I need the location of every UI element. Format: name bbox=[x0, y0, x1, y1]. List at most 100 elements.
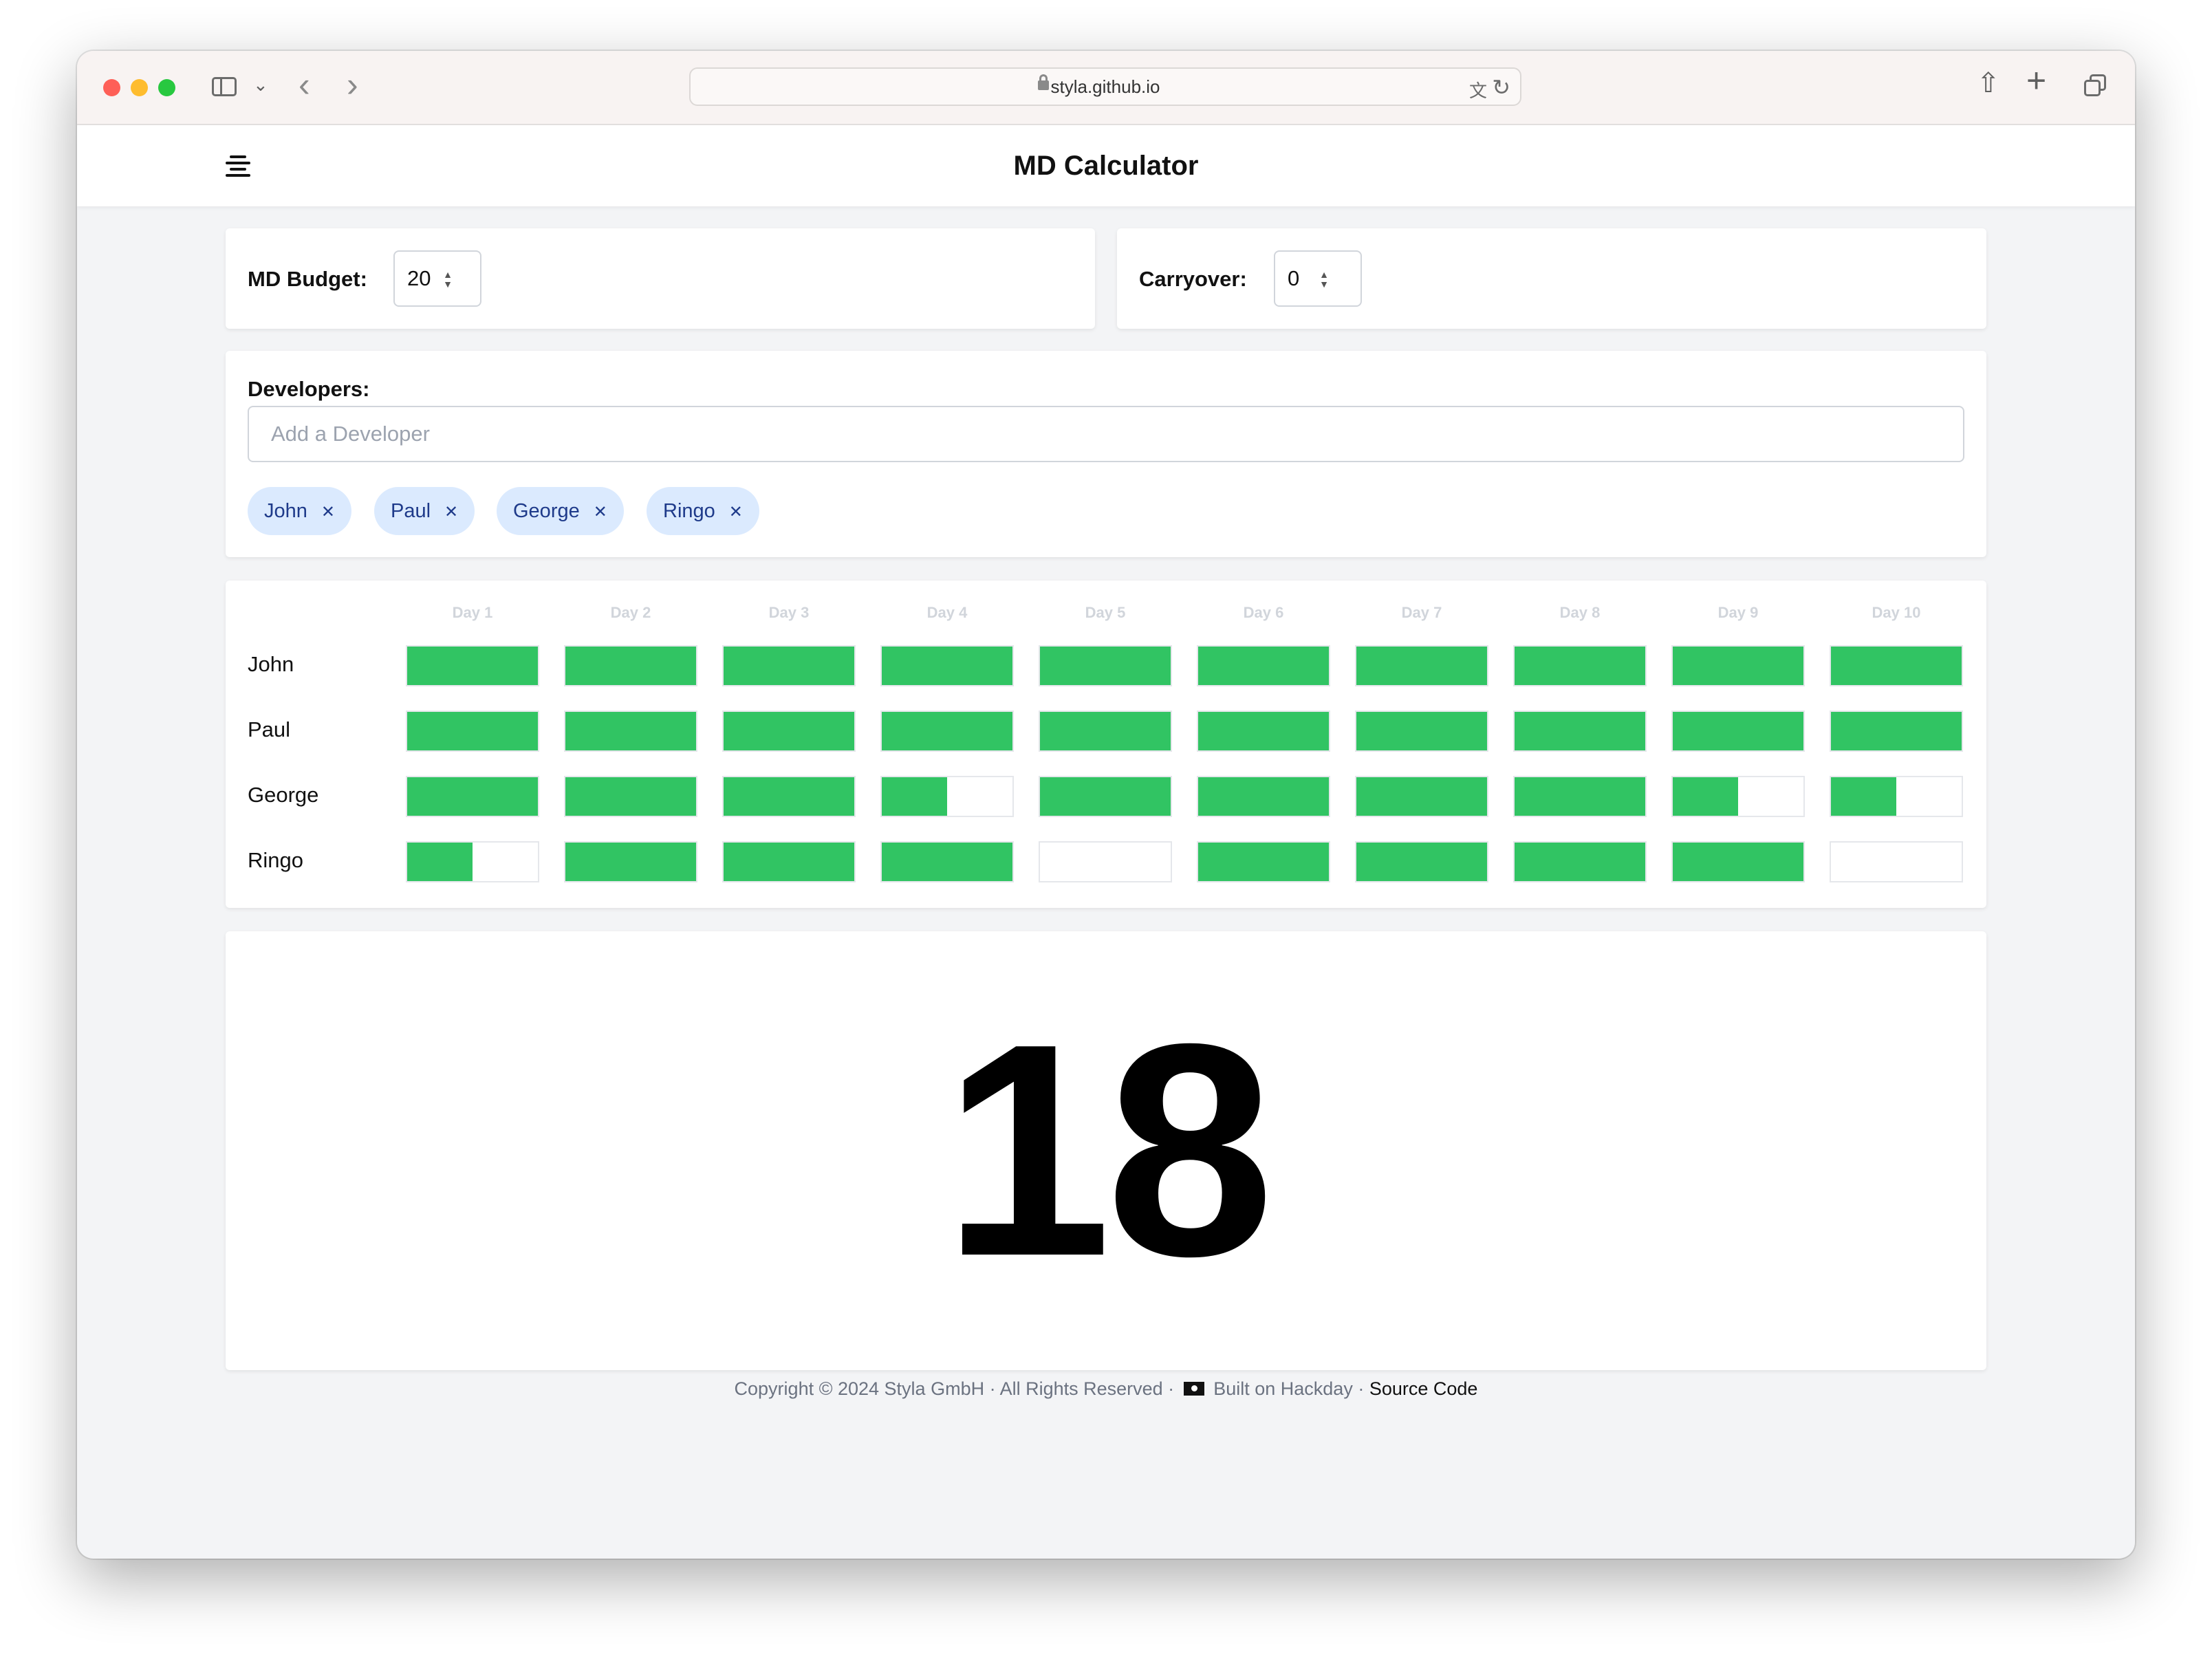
availability-cell[interactable] bbox=[1039, 841, 1172, 882]
day-header: Day 2 bbox=[610, 604, 651, 621]
availability-fill bbox=[1040, 777, 1171, 816]
availability-cell[interactable] bbox=[880, 711, 1014, 752]
availability-cell[interactable] bbox=[1671, 776, 1805, 817]
availability-fill bbox=[1515, 777, 1645, 816]
source-code-link[interactable]: Source Code bbox=[1369, 1378, 1478, 1399]
availability-cell[interactable] bbox=[1355, 645, 1488, 686]
sidebar-icon[interactable] bbox=[212, 77, 237, 96]
availability-cell[interactable] bbox=[1671, 711, 1805, 752]
carryover-label: Carryover: bbox=[1139, 267, 1247, 291]
availability-cell[interactable] bbox=[564, 711, 697, 752]
availability-fill bbox=[1198, 777, 1329, 816]
availability-cell[interactable] bbox=[406, 711, 539, 752]
availability-fill bbox=[1198, 647, 1329, 685]
availability-cell[interactable] bbox=[1197, 711, 1330, 752]
result-value: 18 bbox=[943, 982, 1274, 1319]
availability-fill bbox=[407, 843, 473, 881]
day-header: Day 10 bbox=[1872, 604, 1921, 621]
stepper-icon[interactable]: ▲ ▼ bbox=[1319, 270, 1329, 290]
availability-cell[interactable] bbox=[1039, 776, 1172, 817]
availability-cell[interactable] bbox=[1355, 711, 1488, 752]
availability-cell[interactable] bbox=[406, 841, 539, 882]
close-icon[interactable]: ✕ bbox=[444, 503, 458, 521]
availability-cell[interactable] bbox=[1039, 711, 1172, 752]
availability-cell[interactable] bbox=[880, 776, 1014, 817]
availability-cell[interactable] bbox=[564, 776, 697, 817]
tabs-icon[interactable] bbox=[2084, 74, 2106, 96]
availability-fill bbox=[1040, 647, 1171, 685]
close-icon[interactable]: ✕ bbox=[594, 503, 607, 521]
availability-cell[interactable] bbox=[1830, 645, 1963, 686]
availability-cell[interactable] bbox=[1830, 841, 1963, 882]
chevron-down-icon[interactable]: ⌄ bbox=[253, 74, 268, 96]
day-header: Day 6 bbox=[1243, 604, 1284, 621]
availability-cell[interactable] bbox=[1513, 711, 1647, 752]
availability-cell[interactable] bbox=[1355, 776, 1488, 817]
result-card: 18 bbox=[226, 931, 1986, 1370]
availability-cell[interactable] bbox=[1039, 645, 1172, 686]
availability-cell[interactable] bbox=[1197, 841, 1330, 882]
close-icon[interactable]: ✕ bbox=[321, 503, 335, 521]
availability-fill bbox=[882, 647, 1012, 685]
share-icon[interactable]: ⇧ bbox=[1977, 67, 2000, 99]
day-header: Day 4 bbox=[926, 604, 968, 621]
availability-cell[interactable] bbox=[722, 711, 856, 752]
availability-cell[interactable] bbox=[722, 841, 856, 882]
copyright-text: Copyright © 2024 Styla GmbH · All Rights… bbox=[734, 1378, 1175, 1399]
availability-fill bbox=[1515, 647, 1645, 685]
availability-fill bbox=[1673, 712, 1803, 750]
close-icon[interactable]: ✕ bbox=[729, 503, 743, 521]
availability-cell[interactable] bbox=[1830, 776, 1963, 817]
availability-cell[interactable] bbox=[1671, 645, 1805, 686]
availability-cell[interactable] bbox=[1355, 841, 1488, 882]
availability-fill bbox=[407, 712, 538, 750]
minimize-window-button[interactable] bbox=[131, 79, 148, 96]
availability-fill bbox=[1356, 647, 1487, 685]
back-arrow-icon[interactable]: ‹ bbox=[299, 65, 310, 105]
day-header: Day 3 bbox=[768, 604, 810, 621]
availability-fill bbox=[1356, 843, 1487, 881]
built-on-text: Built on Hackday · bbox=[1213, 1378, 1365, 1399]
availability-cell[interactable] bbox=[880, 841, 1014, 882]
plus-icon[interactable]: + bbox=[2026, 61, 2046, 100]
address-bar[interactable]: styla.github.io 文 ↻ bbox=[689, 67, 1521, 106]
availability-cell[interactable] bbox=[406, 776, 539, 817]
developer-row-name: Ringo bbox=[248, 848, 303, 872]
stepper-icon[interactable]: ▲ ▼ bbox=[443, 270, 453, 290]
developer-chip: John ✕ bbox=[248, 487, 351, 535]
developer-chip: Ringo ✕ bbox=[647, 487, 759, 535]
developer-row-name: Paul bbox=[248, 717, 291, 741]
availability-cell[interactable] bbox=[1671, 841, 1805, 882]
availability-cell[interactable] bbox=[1197, 645, 1330, 686]
carryover-input[interactable]: 0 ▲ ▼ bbox=[1274, 250, 1362, 307]
availability-fill bbox=[1515, 843, 1645, 881]
availability-cell[interactable] bbox=[722, 645, 856, 686]
availability-fill bbox=[724, 777, 854, 816]
budget-card: MD Budget: 20 ▲ ▼ bbox=[226, 228, 1095, 329]
availability-fill bbox=[1673, 843, 1803, 881]
add-developer-input[interactable] bbox=[248, 406, 1964, 462]
availability-fill bbox=[1515, 712, 1645, 750]
availability-fill bbox=[882, 777, 947, 816]
availability-fill bbox=[1040, 712, 1171, 750]
availability-cell[interactable] bbox=[1197, 776, 1330, 817]
availability-fill bbox=[1673, 647, 1803, 685]
chip-label: John bbox=[264, 500, 307, 522]
availability-cell[interactable] bbox=[722, 776, 856, 817]
availability-cell[interactable] bbox=[1513, 776, 1647, 817]
maximize-window-button[interactable] bbox=[158, 79, 175, 96]
close-window-button[interactable] bbox=[103, 79, 120, 96]
availability-cell[interactable] bbox=[564, 841, 697, 882]
translate-icon[interactable]: 文 bbox=[1469, 77, 1487, 102]
availability-cell[interactable] bbox=[1513, 645, 1647, 686]
availability-cell[interactable] bbox=[880, 645, 1014, 686]
availability-cell[interactable] bbox=[1830, 711, 1963, 752]
availability-fill bbox=[1356, 712, 1487, 750]
availability-cell[interactable] bbox=[406, 645, 539, 686]
day-header: Day 5 bbox=[1085, 604, 1126, 621]
availability-cell[interactable] bbox=[1513, 841, 1647, 882]
availability-cell[interactable] bbox=[564, 645, 697, 686]
forward-arrow-icon[interactable]: › bbox=[347, 65, 358, 105]
budget-input[interactable]: 20 ▲ ▼ bbox=[393, 250, 481, 307]
reload-icon[interactable]: ↻ bbox=[1492, 74, 1510, 100]
